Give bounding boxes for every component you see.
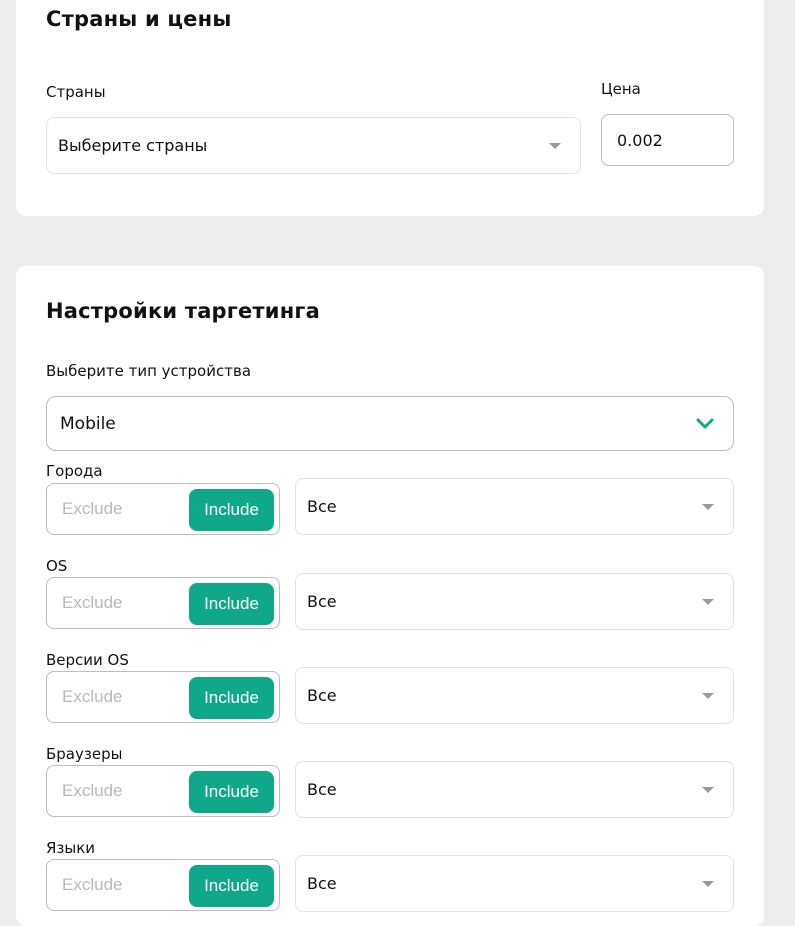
targeting-title: Настройки таргетинга <box>46 299 320 323</box>
device-type-value: Mobile <box>60 413 116 434</box>
caret-down-icon <box>702 503 714 510</box>
caret-down-icon <box>549 142 561 149</box>
cities-include-exclude-toggle: Exclude Include <box>46 483 280 535</box>
browsers-include-option[interactable]: Include <box>189 771 274 813</box>
price-label: Цена <box>601 80 641 98</box>
cities-exclude-option[interactable]: Exclude <box>62 484 122 534</box>
os-versions-select[interactable]: Все <box>295 667 734 724</box>
countries-placeholder: Выберите страны <box>58 136 208 155</box>
countries-select[interactable]: Выберите страны <box>46 117 581 174</box>
cities-select-value: Все <box>307 497 337 516</box>
languages-select-value: Все <box>307 874 337 893</box>
os-versions-exclude-option[interactable]: Exclude <box>62 672 122 722</box>
languages-select[interactable]: Все <box>295 855 734 912</box>
os-include-exclude-toggle: Exclude Include <box>46 577 280 629</box>
os-include-option[interactable]: Include <box>189 583 274 625</box>
languages-include-option[interactable]: Include <box>189 865 274 907</box>
os-versions-label: Версии OS <box>46 651 129 669</box>
cities-label: Города <box>46 462 103 480</box>
browsers-exclude-option[interactable]: Exclude <box>62 766 122 816</box>
os-exclude-option[interactable]: Exclude <box>62 578 122 628</box>
caret-down-icon <box>702 786 714 793</box>
countries-label: Страны <box>46 83 106 101</box>
caret-down-icon <box>702 692 714 699</box>
os-versions-include-option[interactable]: Include <box>189 677 274 719</box>
browsers-include-exclude-toggle: Exclude Include <box>46 765 280 817</box>
device-type-label: Выберите тип устройства <box>46 362 252 380</box>
countries-prices-card: Страны и цены Страны Выберите страны Цен… <box>16 0 764 216</box>
os-select[interactable]: Все <box>295 573 734 630</box>
targeting-card: Настройки таргетинга Выберите тип устрой… <box>16 266 764 926</box>
device-type-select[interactable]: Mobile <box>46 396 734 451</box>
price-input[interactable] <box>601 114 734 166</box>
browsers-select-value: Все <box>307 780 337 799</box>
os-select-value: Все <box>307 592 337 611</box>
caret-down-icon <box>702 880 714 887</box>
cities-select[interactable]: Все <box>295 478 734 535</box>
languages-include-exclude-toggle: Exclude Include <box>46 859 280 911</box>
browsers-select[interactable]: Все <box>295 761 734 818</box>
os-versions-select-value: Все <box>307 686 337 705</box>
browsers-label: Браузеры <box>46 745 123 763</box>
os-label: OS <box>46 557 68 575</box>
chevron-down-icon <box>696 418 714 429</box>
caret-down-icon <box>702 598 714 605</box>
os-versions-include-exclude-toggle: Exclude Include <box>46 671 280 723</box>
languages-label: Языки <box>46 839 96 857</box>
countries-prices-title: Страны и цены <box>46 7 232 31</box>
cities-include-option[interactable]: Include <box>189 489 274 531</box>
